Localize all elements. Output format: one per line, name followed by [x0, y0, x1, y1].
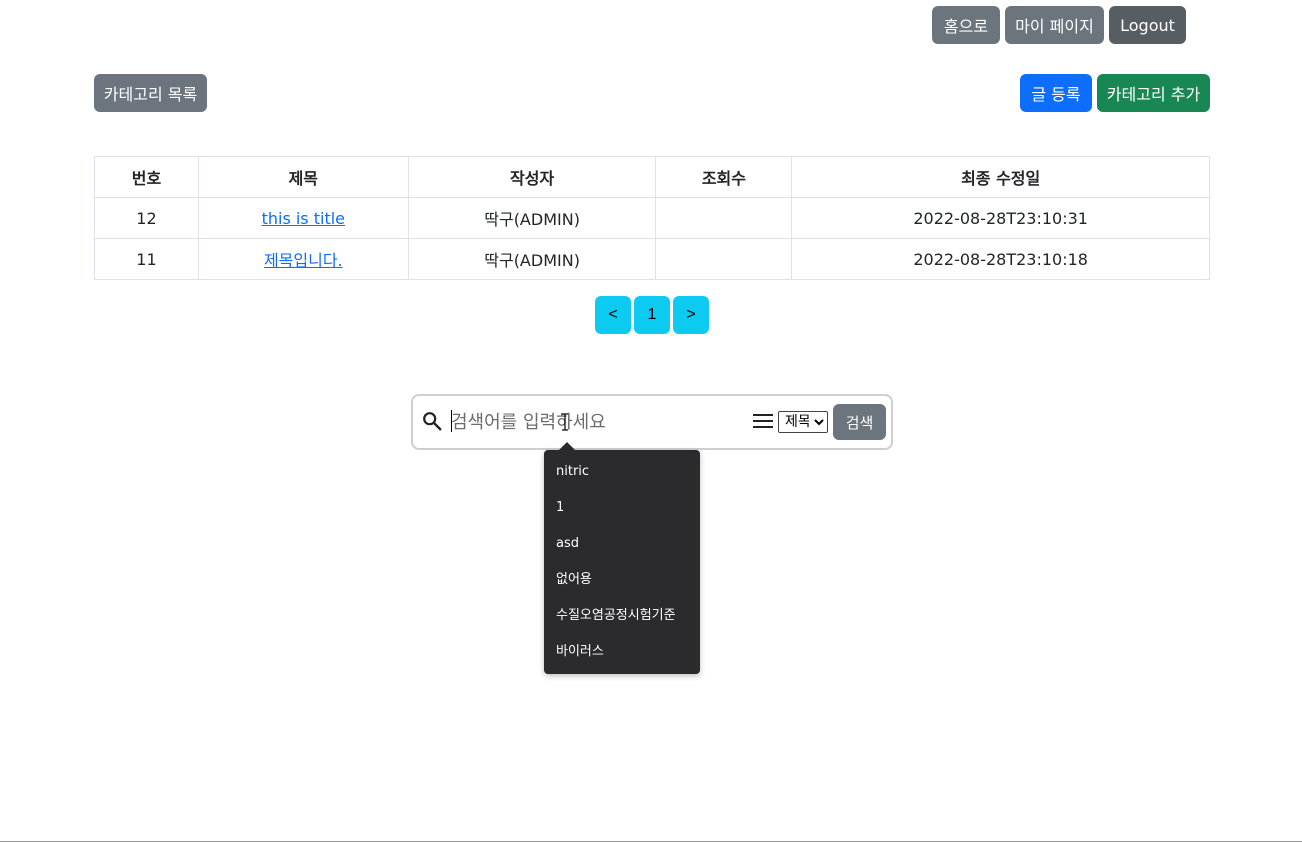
search-history-item[interactable]: 바이러스: [544, 634, 700, 670]
cell-views: [655, 238, 793, 280]
search-input[interactable]: [449, 406, 745, 438]
search-icon: [423, 412, 442, 431]
pagination-next-button[interactable]: >: [673, 296, 709, 334]
table-row: 11 제목입니다. 딱구(ADMIN) 2022-08-28T23:10:18: [94, 238, 1210, 280]
header-updated: 최종 수정일: [791, 156, 1210, 198]
search-history-item[interactable]: asd: [544, 526, 700, 562]
cell-author: 딱구(ADMIN): [407, 238, 657, 280]
cell-views: [655, 197, 793, 239]
search-history-popup: nitric 1 asd 없어용 수질오염공정시험기준 바이러스: [544, 450, 700, 674]
search-history-item[interactable]: nitric: [544, 454, 700, 490]
category-list-button[interactable]: 카테고리 목록: [94, 74, 207, 112]
mypage-button[interactable]: 마이 페이지: [1005, 6, 1104, 44]
pagination-prev-button[interactable]: <: [595, 296, 631, 334]
pagination-page-button[interactable]: 1: [634, 296, 670, 334]
logout-button[interactable]: Logout: [1109, 6, 1186, 44]
page: 홈으로 마이 페이지 Logout 카테고리 목록 글 등록 카테고리 추가 번…: [0, 0, 1302, 842]
table-row: 12 this is title 딱구(ADMIN) 2022-08-28T23…: [94, 197, 1210, 239]
cell-number: 12: [94, 197, 199, 239]
add-category-button[interactable]: 카테고리 추가: [1097, 74, 1210, 112]
search-history-item[interactable]: 수질오염공정시험기준: [544, 598, 700, 634]
header-title: 제목: [197, 156, 409, 198]
cell-number: 11: [94, 238, 199, 280]
menu-icon[interactable]: [753, 413, 773, 429]
header-number: 번호: [94, 156, 199, 198]
search-history-item[interactable]: 없어용: [544, 562, 700, 598]
home-button[interactable]: 홈으로: [932, 6, 1000, 44]
cell-updated: 2022-08-28T23:10:18: [791, 238, 1210, 280]
post-table: 번호 제목 작성자 조회수 최종 수정일 12 this is title 딱구…: [94, 156, 1210, 280]
cell-updated: 2022-08-28T23:10:31: [791, 197, 1210, 239]
post-title-link[interactable]: this is title: [262, 209, 345, 228]
table-header-row: 번호 제목 작성자 조회수 최종 수정일: [94, 156, 1210, 198]
text-cursor-icon: [562, 413, 568, 431]
search-type-select[interactable]: 제목: [778, 411, 828, 433]
header-author: 작성자: [407, 156, 657, 198]
cell-author: 딱구(ADMIN): [407, 197, 657, 239]
search-button[interactable]: 검색: [833, 404, 886, 440]
text-caret: [451, 410, 452, 432]
header-views: 조회수: [655, 156, 793, 198]
search-bar: 제목 검색: [411, 394, 893, 450]
cell-title: 제목입니다.: [197, 238, 409, 280]
cell-title: this is title: [197, 197, 409, 239]
write-post-button[interactable]: 글 등록: [1020, 74, 1092, 112]
search-history-item[interactable]: 1: [544, 490, 700, 526]
post-title-link[interactable]: 제목입니다.: [264, 251, 343, 270]
